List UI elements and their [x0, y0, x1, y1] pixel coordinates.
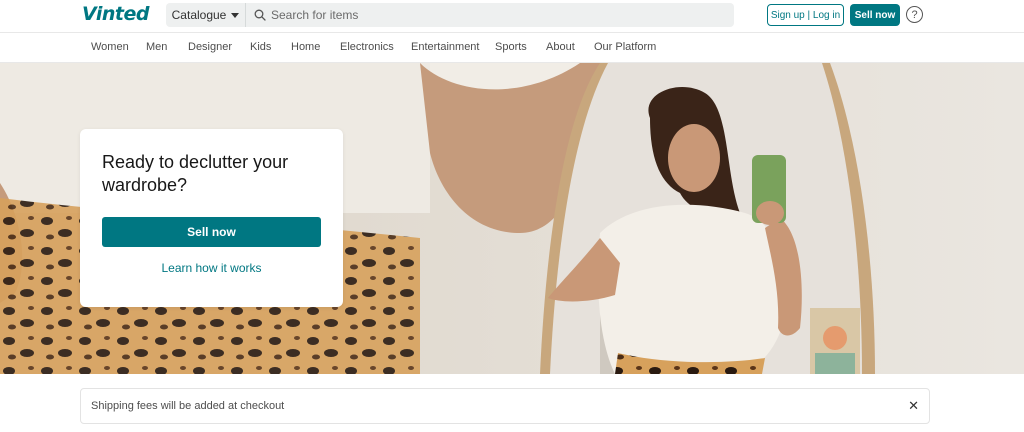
- search-bar: Catalogue: [166, 3, 734, 27]
- shipping-notice: Shipping fees will be added at checkout …: [80, 388, 930, 424]
- top-header: Vinted Catalogue Sign up | Log in Sell n…: [0, 0, 1024, 32]
- nav-item-kids[interactable]: Kids: [250, 41, 271, 53]
- nav-item-electronics[interactable]: Electronics: [340, 41, 394, 53]
- catalogue-label: Catalogue: [171, 8, 227, 22]
- hero-card: Ready to declutter your wardrobe? Sell n…: [80, 129, 343, 307]
- sell-now-header-button[interactable]: Sell now: [850, 4, 900, 26]
- nav-item-about[interactable]: About: [546, 41, 575, 53]
- help-icon[interactable]: ?: [906, 6, 923, 23]
- shipping-notice-text: Shipping fees will be added at checkout: [91, 400, 285, 412]
- nav-item-sports[interactable]: Sports: [495, 41, 527, 53]
- signup-login-button[interactable]: Sign up | Log in: [767, 4, 844, 26]
- catalogue-dropdown[interactable]: Catalogue: [166, 3, 246, 27]
- close-icon[interactable]: ✕: [908, 398, 919, 414]
- nav-item-our-platform[interactable]: Our Platform: [594, 41, 656, 53]
- caret-down-icon: [231, 12, 240, 18]
- search-icon: [254, 9, 266, 21]
- category-nav: Women Men Designer Kids Home Electronics…: [0, 32, 1024, 63]
- learn-how-it-works-link[interactable]: Learn how it works: [102, 257, 321, 279]
- hero-banner: Ready to declutter your wardrobe? Sell n…: [0, 63, 1024, 374]
- hero-sell-now-button[interactable]: Sell now: [102, 217, 321, 247]
- vinted-logo[interactable]: Vinted: [82, 3, 149, 25]
- nav-item-designer[interactable]: Designer: [188, 41, 232, 53]
- nav-item-home[interactable]: Home: [291, 41, 320, 53]
- nav-item-entertainment[interactable]: Entertainment: [411, 41, 479, 53]
- nav-item-men[interactable]: Men: [146, 41, 167, 53]
- hero-title: Ready to declutter your wardrobe?: [102, 152, 289, 195]
- nav-item-women[interactable]: Women: [91, 41, 129, 53]
- search-input[interactable]: [271, 8, 711, 22]
